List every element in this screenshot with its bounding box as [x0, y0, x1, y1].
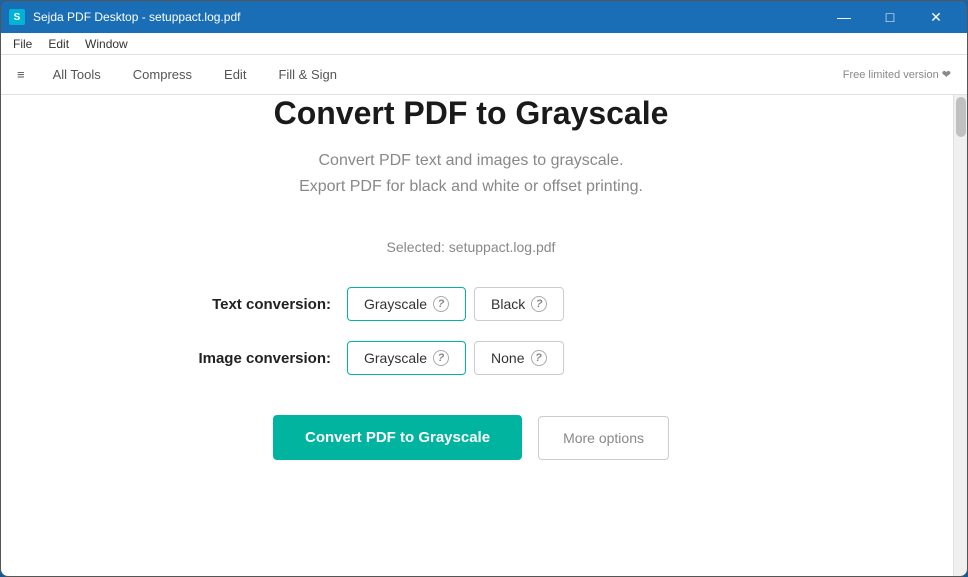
hamburger-menu[interactable]: ≡	[17, 67, 25, 82]
menu-edit[interactable]: Edit	[40, 35, 77, 53]
image-grayscale-help-icon[interactable]: ?	[433, 350, 449, 366]
actions: Convert PDF to Grayscale More options	[273, 415, 669, 460]
content-area: Convert PDF to Grayscale Convert PDF tex…	[1, 95, 967, 576]
image-conversion-row: Image conversion: Grayscale ? None ?	[171, 341, 771, 375]
title-bar: S Sejda PDF Desktop - setuppact.log.pdf …	[1, 1, 967, 33]
image-grayscale-button[interactable]: Grayscale ?	[347, 341, 466, 375]
text-black-button[interactable]: Black ?	[474, 287, 564, 321]
text-black-help-icon[interactable]: ?	[531, 296, 547, 312]
app-window: S Sejda PDF Desktop - setuppact.log.pdf …	[0, 0, 968, 577]
text-conversion-label: Text conversion:	[171, 296, 331, 313]
menu-window[interactable]: Window	[77, 35, 136, 53]
nav-edit[interactable]: Edit	[220, 63, 250, 86]
convert-button[interactable]: Convert PDF to Grayscale	[273, 415, 522, 460]
image-conversion-label: Image conversion:	[171, 350, 331, 367]
main-scroll-container[interactable]: Convert PDF to Grayscale Convert PDF tex…	[1, 95, 953, 576]
image-none-help-icon[interactable]: ?	[531, 350, 547, 366]
page-subtitle: Convert PDF text and images to grayscale…	[299, 148, 643, 199]
image-none-button[interactable]: None ?	[474, 341, 563, 375]
text-conversion-row: Text conversion: Grayscale ? Black ?	[171, 287, 771, 321]
selected-file: Selected: setuppact.log.pdf	[387, 239, 556, 255]
window-controls: — □ ✕	[821, 1, 959, 33]
nav-promo: Free limited version ❤	[843, 68, 951, 81]
subtitle-line1: Convert PDF text and images to grayscale…	[299, 148, 643, 174]
more-options-button[interactable]: More options	[538, 416, 669, 460]
minimize-button[interactable]: —	[821, 1, 867, 33]
nav-all-tools[interactable]: All Tools	[49, 63, 105, 86]
nav-compress[interactable]: Compress	[129, 63, 196, 86]
text-grayscale-help-icon[interactable]: ?	[433, 296, 449, 312]
content-wrapper: Convert PDF to Grayscale Convert PDF tex…	[1, 95, 941, 460]
menu-file[interactable]: File	[5, 35, 40, 53]
menu-bar: File Edit Window	[1, 33, 967, 55]
scrollbar[interactable]	[953, 95, 967, 576]
text-conversion-buttons: Grayscale ? Black ?	[347, 287, 564, 321]
maximize-button[interactable]: □	[867, 1, 913, 33]
app-icon: S	[9, 9, 25, 25]
scroll-thumb[interactable]	[956, 97, 966, 137]
window-title: Sejda PDF Desktop - setuppact.log.pdf	[33, 10, 240, 24]
title-bar-left: S Sejda PDF Desktop - setuppact.log.pdf	[9, 9, 240, 25]
image-conversion-buttons: Grayscale ? None ?	[347, 341, 564, 375]
nav-bar: ≡ All Tools Compress Edit Fill & Sign Fr…	[1, 55, 967, 95]
page-title: Convert PDF to Grayscale	[274, 95, 669, 132]
options-table: Text conversion: Grayscale ? Black ?	[171, 287, 771, 375]
nav-fill-sign[interactable]: Fill & Sign	[274, 63, 341, 86]
close-button[interactable]: ✕	[913, 1, 959, 33]
subtitle-line2: Export PDF for black and white or offset…	[299, 174, 643, 200]
text-grayscale-button[interactable]: Grayscale ?	[347, 287, 466, 321]
